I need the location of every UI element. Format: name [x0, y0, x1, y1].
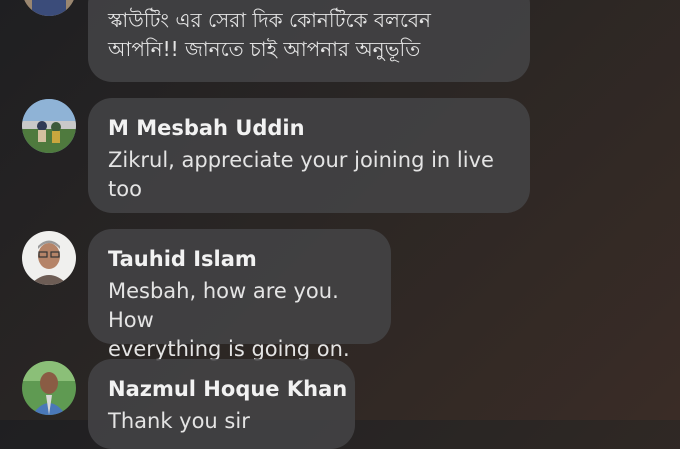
comment-bubble: M Mesbah Uddin Zikrul, appreciate your j… — [88, 98, 530, 213]
commenter-name[interactable]: M Mesbah Uddin — [108, 116, 305, 140]
comment-text: Zikrul, appreciate your joining in live … — [108, 148, 494, 201]
comment-text: Mesbah, how are you. How everything is g… — [108, 279, 350, 361]
commenter-name[interactable]: Tauhid Islam — [108, 247, 257, 271]
comment-text: স্কাউটিং এর সেরা দিক কোনটিকে বলবেন আপনি!… — [108, 8, 431, 61]
comment-text: Thank you sir — [108, 409, 250, 433]
comment-bubble: স্কাউটিং এর সেরা দিক কোনটিকে বলবেন আপনি!… — [88, 0, 530, 82]
comment-bubble: Tauhid Islam Mesbah, how are you. How ev… — [88, 229, 391, 361]
avatar[interactable] — [22, 231, 76, 285]
commenter-name[interactable]: Nazmul Hoque Khan — [108, 377, 347, 401]
comment-bubble: Nazmul Hoque Khan Thank you sir — [88, 359, 355, 449]
avatar[interactable] — [22, 361, 76, 415]
avatar[interactable] — [22, 0, 76, 16]
avatar[interactable] — [22, 99, 76, 153]
